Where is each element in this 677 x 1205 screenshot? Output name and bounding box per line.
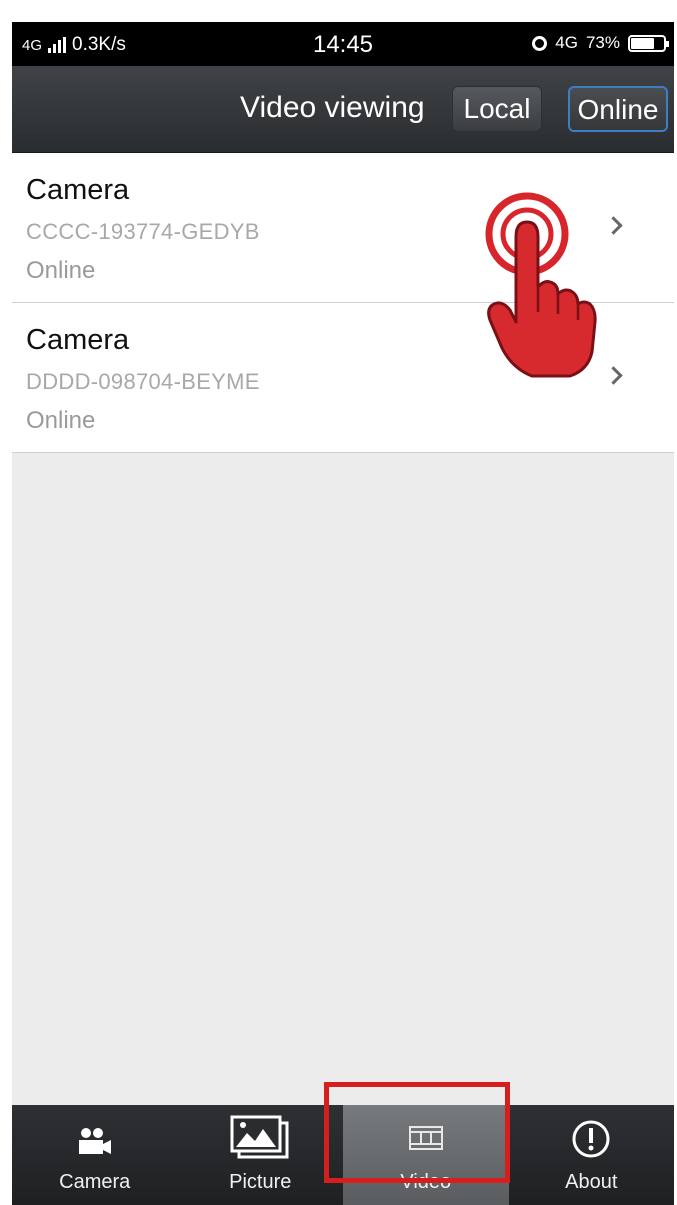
online-button[interactable]: Online (568, 86, 668, 132)
device-status: Online (26, 407, 96, 434)
tab-label: Camera (59, 1171, 131, 1193)
tab-camera[interactable]: Camera (12, 1105, 178, 1205)
device-status: Online (26, 257, 96, 284)
network-type: 4G (22, 36, 43, 54)
tab-label: Picture (229, 1171, 292, 1193)
tap-hand-icon (485, 192, 597, 378)
chevron-right-icon (604, 366, 623, 385)
battery-icon (628, 34, 669, 52)
navigation-bar: Video viewing Local Online (12, 66, 674, 153)
picture-icon (230, 1115, 289, 1159)
about-icon (572, 1120, 610, 1158)
tab-about[interactable]: About (509, 1105, 675, 1205)
status-right: 4G 73% (532, 33, 669, 53)
signal-icon (48, 37, 67, 53)
device-name: Camera (26, 324, 130, 356)
network-speed: 0.3K/s (72, 34, 126, 55)
tab-picture[interactable]: Picture (178, 1105, 344, 1205)
status-bar: 4G 0.3K/s 14:45 4G 73% (12, 22, 674, 66)
tab-label: About (565, 1171, 618, 1193)
device-id: DDDD-098704-BEYME (26, 369, 260, 394)
device-name: Camera (26, 174, 130, 206)
phone-screen: 4G 0.3K/s 14:45 4G 73% Video viewing Loc… (12, 22, 674, 1205)
camera-icon (78, 1128, 111, 1154)
page-title: Video viewing (240, 91, 425, 124)
video-tab-highlight (324, 1082, 510, 1183)
device-id: CCCC-193774-GEDYB (26, 219, 260, 244)
battery-percent: 73% (585, 33, 620, 52)
alarm-icon (532, 35, 548, 51)
local-button[interactable]: Local (452, 86, 542, 132)
data-type: 4G (555, 33, 578, 52)
chevron-right-icon (604, 216, 623, 235)
status-left: 4G 0.3K/s (22, 34, 126, 56)
